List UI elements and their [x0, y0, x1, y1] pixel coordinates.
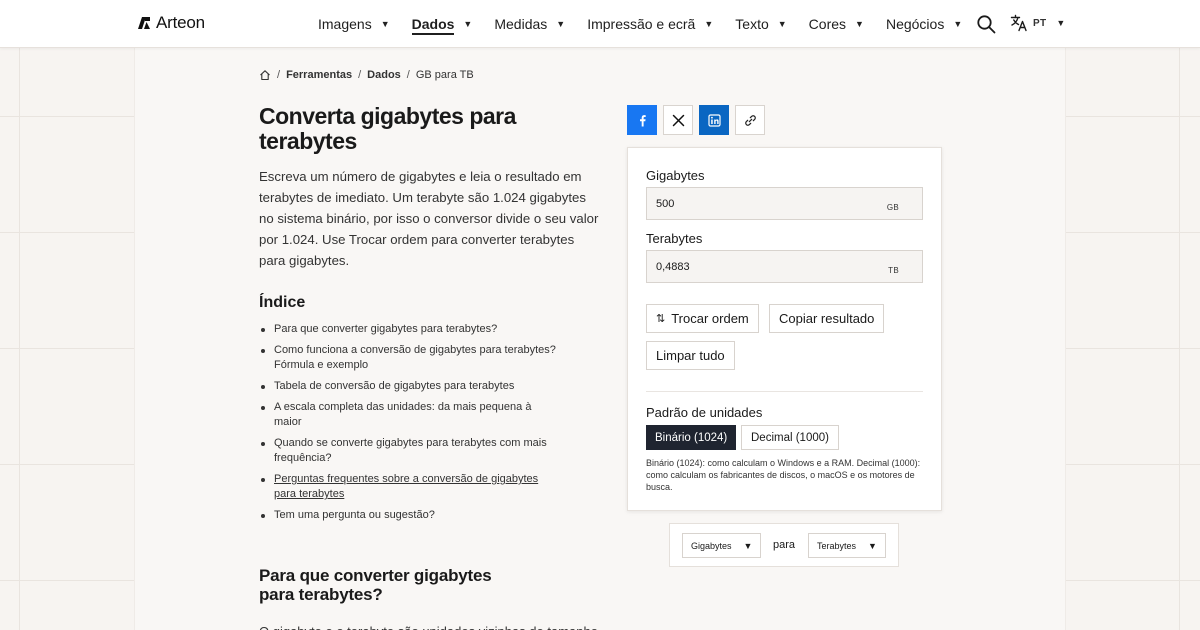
copy-result-label: Copiar resultado	[779, 311, 875, 326]
language-code: PT	[1033, 17, 1047, 29]
nav-item-negocios[interactable]: Negócios ▼	[886, 16, 962, 32]
caret-down-icon: ▼	[463, 19, 473, 29]
clear-all-label: Limpar tudo	[656, 348, 725, 363]
swap-icon: ⇅	[656, 313, 666, 325]
clear-all-button[interactable]: Limpar tudo	[646, 341, 735, 370]
caret-down-icon: ▼	[868, 540, 877, 551]
translate-icon	[1010, 14, 1027, 32]
nav-item-cores[interactable]: Cores ▼	[809, 16, 864, 32]
decimal-standard-toggle[interactable]: Decimal (1000)	[741, 425, 839, 450]
nav-label: Cores	[808, 16, 847, 32]
from-unit-dropdown[interactable]: Gigabytes ▼	[682, 533, 762, 558]
toc-item[interactable]: Tabela de conversão de gigabytes para te…	[259, 379, 559, 394]
toc-link[interactable]: Tabela de conversão de gigabytes para te…	[274, 380, 514, 392]
unit-standard-note: Binário (1024): como calculam o Windows …	[646, 458, 921, 492]
toc-item[interactable]: Como funciona a conversão de gigabytes p…	[259, 343, 559, 373]
caret-down-icon: ▼	[743, 540, 753, 551]
divider	[646, 391, 923, 392]
terabytes-field: TB	[646, 250, 923, 283]
breadcrumb-ferramentas[interactable]: Ferramentas	[286, 69, 352, 81]
toc-item[interactable]: Perguntas frequentes sobre a conversão d…	[259, 472, 559, 502]
binary-standard-toggle[interactable]: Binário (1024)	[646, 425, 737, 450]
unit-standard-label: Padrão de unidades	[646, 405, 763, 420]
gigabytes-input[interactable]	[647, 188, 887, 219]
gigabytes-unit: GB	[886, 203, 899, 212]
caret-down-icon: ▼	[380, 19, 390, 29]
brand-name: Arteon	[156, 13, 205, 32]
home-icon[interactable]	[259, 69, 271, 81]
gigabytes-label: Gigabytes	[646, 168, 705, 183]
search-icon[interactable]	[976, 14, 996, 34]
table-of-contents: Para que converter gigabytes para teraby…	[259, 322, 559, 529]
toc-item[interactable]: Para que converter gigabytes para teraby…	[259, 322, 559, 337]
nav-item-medidas[interactable]: Medidas ▼	[494, 16, 565, 32]
toc-link[interactable]: Tem uma pergunta ou sugestão?	[274, 509, 435, 521]
nav-item-imagens[interactable]: Imagens ▼	[318, 16, 390, 32]
nav-label: Dados	[411, 16, 455, 35]
linkedin-icon	[707, 113, 721, 127]
terabytes-label: Terabytes	[646, 231, 703, 246]
brand-logo[interactable]: Arteon	[136, 13, 205, 33]
main-nav: Imagens ▼ Dados ▼ Medidas ▼ Impressão e …	[318, 0, 984, 48]
link-icon	[744, 114, 756, 126]
breadcrumb-current: GB para TB	[415, 69, 474, 81]
to-unit-dropdown[interactable]: Terabytes ▼	[808, 533, 886, 558]
toc-title: Índice	[259, 294, 306, 311]
caret-down-icon: ▼	[704, 19, 714, 29]
breadcrumb-separator: /	[277, 69, 281, 81]
language-selector[interactable]: PT ▼	[1010, 14, 1065, 32]
intro-text: Escreva um número de gigabytes e leia o …	[259, 169, 599, 268]
nav-item-dados[interactable]: Dados ▼	[411, 13, 473, 35]
toc-link[interactable]: Como funciona a conversão de gigabytes p…	[274, 344, 556, 371]
toc-item[interactable]: A escala completa das unidades: da mais …	[259, 400, 559, 430]
terabytes-input[interactable]	[647, 251, 887, 282]
share-x-button[interactable]	[663, 105, 693, 135]
caret-down-icon: ▼	[777, 19, 787, 29]
breadcrumb-separator: /	[406, 69, 410, 81]
nav-label: Impressão e ecrã	[587, 16, 696, 32]
breadcrumb-dados[interactable]: Dados	[367, 69, 401, 81]
toc-link[interactable]: A escala completa das unidades: da mais …	[274, 401, 531, 428]
nav-item-impressao[interactable]: Impressão e ecrã ▼	[587, 16, 713, 32]
site-header: Arteon Imagens ▼ Dados ▼ Medidas ▼ Impre…	[0, 0, 1200, 48]
toc-item[interactable]: Quando se converte gigabytes para teraby…	[259, 436, 559, 466]
share-linkedin-button[interactable]	[699, 105, 729, 135]
nav-label: Texto	[735, 16, 769, 32]
converter-panel: Gigabytes GB Terabytes TB ⇅ Trocar ordem…	[627, 147, 942, 511]
page-title: Converta gigabytes para terabytes	[259, 103, 516, 154]
share-buttons	[627, 105, 765, 135]
swap-order-label: Trocar ordem	[671, 311, 749, 326]
x-icon	[672, 114, 684, 126]
logo-icon	[138, 17, 150, 29]
gigabytes-field: GB	[646, 187, 923, 220]
toc-link[interactable]: Quando se converte gigabytes para teraby…	[274, 437, 547, 464]
caret-down-icon: ▼	[556, 19, 566, 29]
unit-connector: para	[773, 539, 796, 551]
terabytes-unit: TB	[888, 266, 899, 275]
nav-label: Negócios	[885, 16, 945, 32]
copy-link-button[interactable]	[735, 105, 765, 135]
breadcrumb-separator: /	[358, 69, 362, 81]
copy-result-button[interactable]: Copiar resultado	[769, 304, 885, 333]
caret-down-icon: ▼	[953, 19, 963, 29]
share-facebook-button[interactable]	[627, 105, 657, 135]
section-title: Para que converter gigabytes para teraby…	[259, 566, 492, 604]
toc-item[interactable]: Tem uma pergunta ou sugestão?	[259, 508, 559, 523]
nav-label: Medidas	[494, 16, 548, 32]
nav-label: Imagens	[318, 16, 372, 32]
facebook-icon	[639, 114, 646, 126]
toc-link[interactable]: Para que converter gigabytes para teraby…	[274, 323, 497, 335]
swap-order-button[interactable]: ⇅ Trocar ordem	[646, 304, 759, 333]
section-body: O gigabyte e o terabyte são unidades viz…	[259, 622, 619, 630]
breadcrumb: / Ferramentas / Dados / GB para TB	[259, 69, 474, 81]
caret-down-icon: ▼	[1056, 18, 1066, 28]
to-unit-value: Terabytes	[817, 540, 857, 551]
from-unit-value: Gigabytes	[691, 540, 732, 551]
caret-down-icon: ▼	[855, 19, 864, 29]
unit-selector: Gigabytes ▼ para Terabytes ▼	[669, 523, 899, 567]
nav-item-texto[interactable]: Texto ▼	[735, 16, 786, 32]
toc-link[interactable]: Perguntas frequentes sobre a conversão d…	[274, 473, 538, 500]
